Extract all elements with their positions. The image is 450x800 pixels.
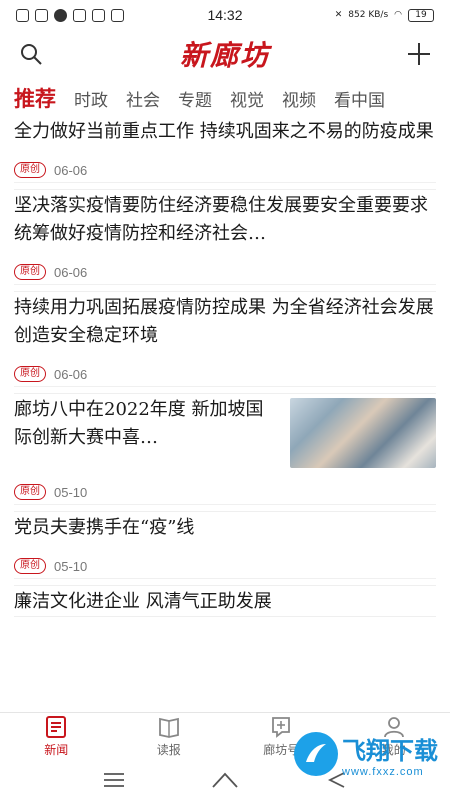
battery-icon: 19 — [408, 8, 434, 22]
home-icon[interactable] — [210, 771, 240, 789]
article-item[interactable]: 廊坊八中在2022年度 新加坡国际创新大赛中喜… 原创 05-10 — [14, 394, 436, 512]
article-title[interactable]: 持续用力巩固拓展疫情防控成果 为全省经济社会发展创造安全稳定环境 — [14, 292, 436, 350]
nav-news-label: 新闻 — [44, 743, 69, 757]
newspaper-icon — [158, 717, 179, 738]
plus-icon — [407, 43, 430, 65]
status-right-icons: ✕ 852 KB/s ◠ 19 — [284, 8, 434, 22]
article-date: 06-06 — [54, 366, 88, 382]
article-meta: 原创 05-10 — [14, 542, 436, 579]
notification-icon — [73, 8, 86, 22]
original-badge: 原创 — [14, 366, 46, 382]
article-meta: 原创 06-06 — [14, 248, 436, 285]
article-date: 06-06 — [54, 264, 88, 280]
notification-icon — [54, 8, 67, 22]
mute-icon: ✕ — [334, 10, 343, 20]
news-feed: 全力做好当前重点工作 持续巩固来之不易的防疫成果 原创 06-06 坚决落实疫情… — [0, 116, 450, 714]
status-time: 14:32 — [207, 7, 243, 23]
watermark-logo-icon — [294, 732, 338, 776]
status-left-icons — [16, 8, 166, 22]
wifi-icon: ◠ — [394, 10, 402, 20]
article-date: 06-06 — [54, 162, 88, 178]
notification-icon — [16, 8, 29, 22]
tab-society[interactable]: 社会 — [126, 86, 160, 111]
article-item[interactable]: 坚决落实疫情要防住经济要稳住发展要安全重要要求 统筹做好疫情防控和经济社会… 原… — [14, 190, 436, 292]
tab-politics[interactable]: 时政 — [74, 86, 108, 111]
article-title[interactable]: 坚决落实疫情要防住经济要稳住发展要安全重要要求 统筹做好疫情防控和经济社会… — [14, 190, 436, 248]
tab-recommend[interactable]: 推荐 — [14, 83, 56, 113]
watermark-main: 飞翔下载 — [342, 736, 438, 765]
watermark-url: www.fxxz.com — [342, 765, 424, 778]
article-thumbnail[interactable] — [290, 398, 436, 468]
add-channel-button[interactable] — [404, 39, 434, 69]
add-post-icon — [272, 717, 291, 738]
original-badge: 原创 — [14, 558, 46, 574]
search-icon — [21, 44, 42, 65]
site-watermark: 飞翔下载 www.fxxz.com — [294, 718, 444, 790]
watermark-text: 飞翔下载 www.fxxz.com — [342, 731, 438, 778]
notification-icon — [35, 8, 48, 22]
tab-visual[interactable]: 视觉 — [230, 86, 264, 111]
nav-read-label: 读报 — [156, 743, 181, 757]
tab-video[interactable]: 视频 — [282, 86, 316, 111]
article-title[interactable]: 廉洁文化进企业 风清气正助发展 — [14, 586, 436, 616]
article-date: 05-10 — [54, 484, 88, 500]
article-item[interactable]: 廉洁文化进企业 风清气正助发展 — [14, 586, 436, 617]
nav-news[interactable]: 新闻 — [0, 713, 113, 760]
original-badge: 原创 — [14, 264, 46, 280]
channel-tabs: 推荐 时政 社会 专题 视觉 视频 看中国 — [0, 80, 450, 116]
original-badge: 原创 — [14, 162, 46, 178]
article-title[interactable]: 廊坊八中在2022年度 新加坡国际创新大赛中喜… — [14, 394, 276, 452]
article-title[interactable]: 党员夫妻携手在“疫”线 — [14, 512, 436, 542]
original-badge: 原创 — [14, 484, 46, 500]
news-icon — [46, 716, 67, 738]
search-button[interactable] — [16, 39, 46, 69]
article-with-image: 廊坊八中在2022年度 新加坡国际创新大赛中喜… — [14, 394, 436, 468]
article-title[interactable]: 全力做好当前重点工作 持续巩固来之不易的防疫成果 — [14, 116, 436, 146]
article-item[interactable]: 党员夫妻携手在“疫”线 原创 05-10 — [14, 512, 436, 586]
notification-icon — [111, 8, 124, 22]
article-meta: 原创 06-06 — [14, 350, 436, 387]
article-item[interactable]: 持续用力巩固拓展疫情防控成果 为全省经济社会发展创造安全稳定环境 原创 06-0… — [14, 292, 436, 394]
article-meta: 原创 05-10 — [14, 468, 436, 505]
nav-read-paper[interactable]: 读报 — [113, 713, 226, 760]
tab-topics[interactable]: 专题 — [178, 86, 212, 111]
menu-icon[interactable] — [102, 772, 126, 788]
network-speed: 852 KB/s — [348, 10, 389, 20]
article-date: 05-10 — [54, 558, 88, 574]
article-meta: 原创 06-06 — [14, 146, 436, 183]
tab-china[interactable]: 看中国 — [334, 86, 385, 111]
app-logo: 新廊坊 — [179, 39, 270, 72]
status-bar: 14:32 ✕ 852 KB/s ◠ 19 — [0, 0, 450, 30]
notification-icon — [92, 8, 105, 22]
app-header: 新廊坊 — [0, 30, 450, 78]
article-item[interactable]: 全力做好当前重点工作 持续巩固来之不易的防疫成果 原创 06-06 — [14, 116, 436, 190]
